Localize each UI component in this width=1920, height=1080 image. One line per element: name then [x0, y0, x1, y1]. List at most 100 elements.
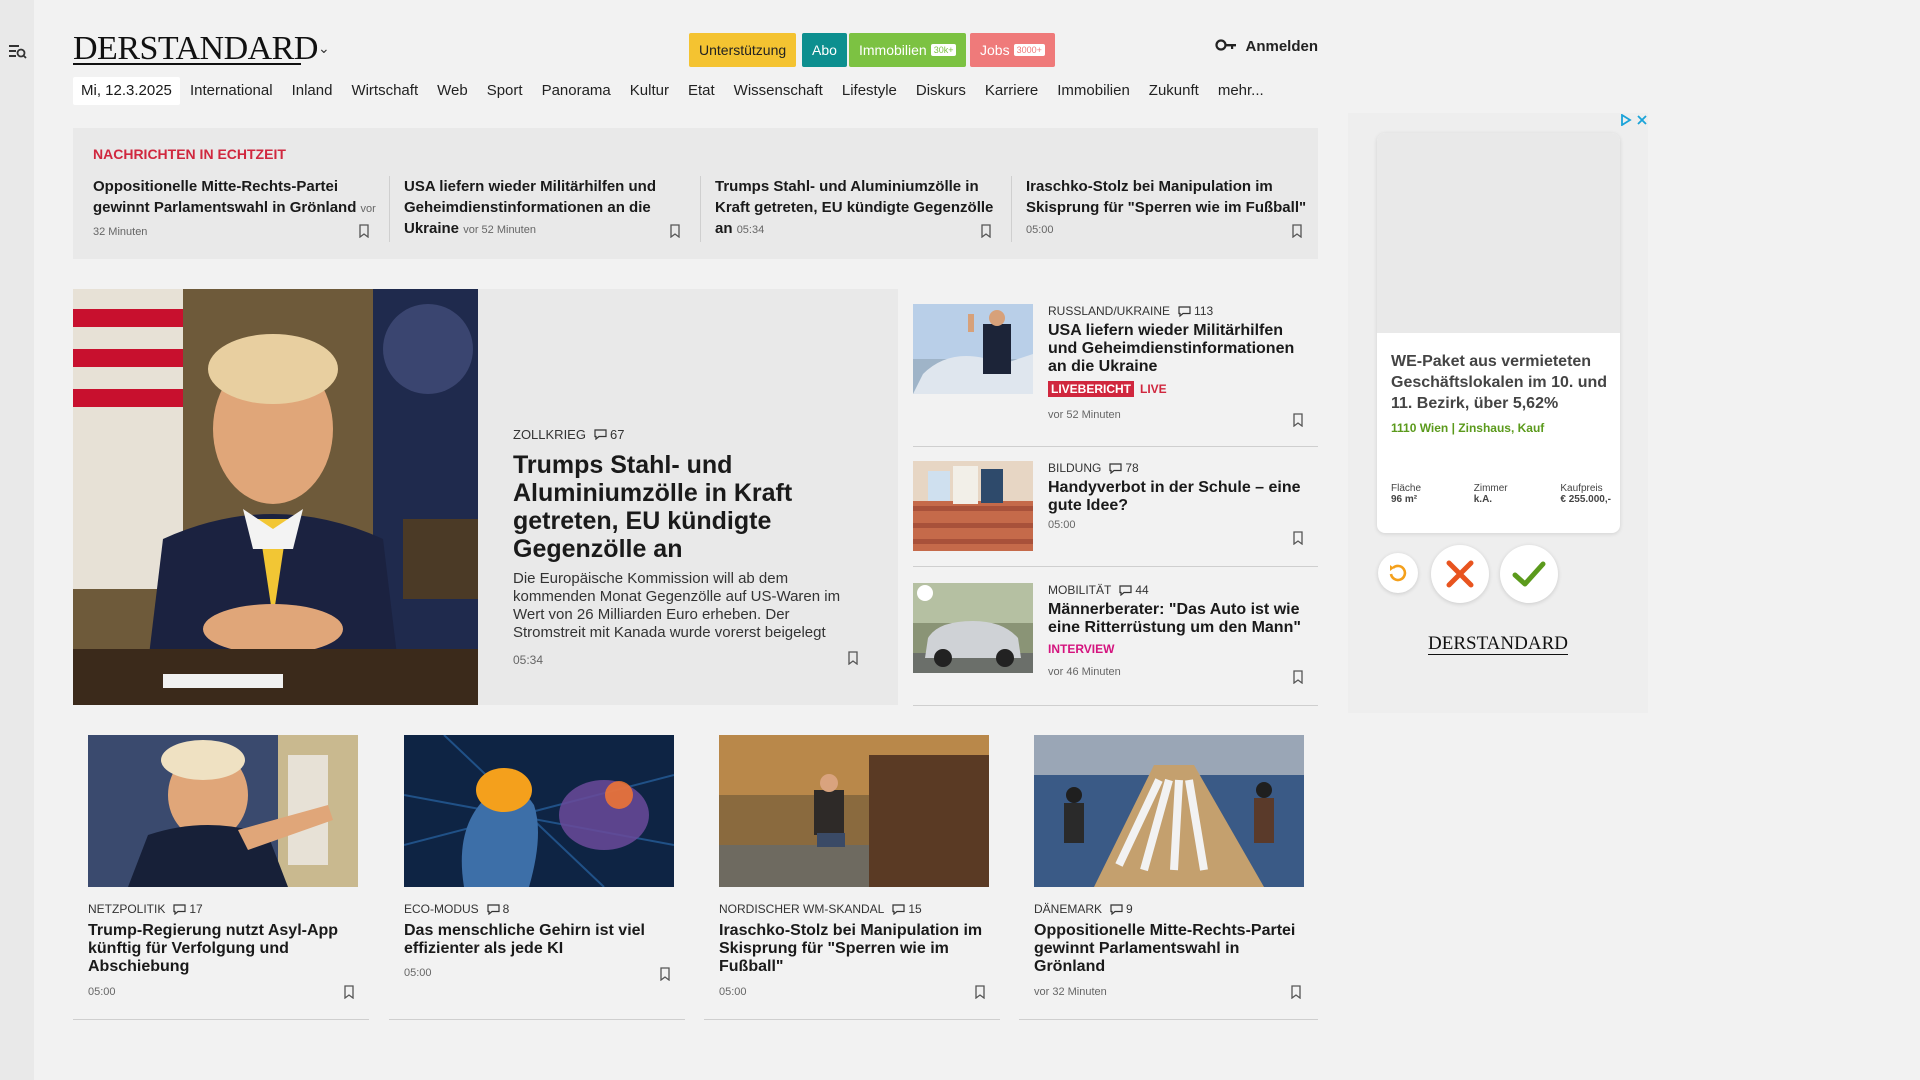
ad-controls: [1620, 114, 1648, 126]
comments-count[interactable]: 78: [1109, 461, 1139, 475]
header-button-abo[interactable]: Abo: [802, 33, 847, 67]
comment-icon: [1178, 305, 1191, 317]
ad-headline[interactable]: WE-Paket aus vermieteten Geschäftslokale…: [1391, 351, 1611, 414]
comments-count[interactable]: 15: [892, 902, 922, 916]
bookmark-icon[interactable]: [359, 224, 369, 238]
bookmark-icon[interactable]: [1293, 531, 1303, 545]
comments-count[interactable]: 9: [1110, 902, 1133, 916]
side-article-2[interactable]: BILDUNG 78 Handyverbot in der Schule – e…: [913, 446, 1318, 567]
hero-title[interactable]: Trumps Stahl- und Aluminiumzölle in Kraf…: [513, 451, 843, 563]
comments-count[interactable]: 8: [487, 902, 509, 916]
nav-item-mehr[interactable]: mehr...: [1218, 77, 1264, 105]
side-kicker-1[interactable]: RUSSLAND/UKRAINE 113: [1048, 304, 1308, 318]
comments-count[interactable]: 67: [594, 427, 624, 442]
side-article-1[interactable]: RUSSLAND/UKRAINE 113 USA liefern wieder …: [913, 289, 1318, 447]
side-kicker-2[interactable]: BILDUNG 78: [1048, 461, 1308, 475]
bookmark-icon[interactable]: [848, 651, 858, 665]
card-1[interactable]: NETZPOLITIK 17 Trump-Regierung nutzt Asy…: [73, 719, 369, 1020]
side-image-1[interactable]: [913, 304, 1033, 394]
card-image-1[interactable]: [88, 735, 358, 887]
card-kicker-1[interactable]: NETZPOLITIK 17: [88, 902, 203, 916]
nav-item-etat[interactable]: Etat: [688, 77, 715, 105]
side-kicker-3[interactable]: MOBILITÄT 44: [1048, 583, 1308, 597]
side-image-2[interactable]: [913, 461, 1033, 551]
card-kicker-3[interactable]: NORDISCHER WM-SKANDAL 15: [719, 902, 922, 916]
ad-photo-placeholder[interactable]: [1377, 133, 1620, 333]
advertisement[interactable]: WE-Paket aus vermieteten Geschäftslokale…: [1348, 113, 1648, 713]
card-image-3[interactable]: [719, 735, 989, 887]
nav-item-immobilien[interactable]: Immobilien: [1057, 77, 1130, 105]
nav-item-inland[interactable]: Inland: [292, 77, 333, 105]
comments-count[interactable]: 113: [1178, 304, 1213, 318]
hero-kicker[interactable]: ZOLLKRIEG 67: [513, 427, 624, 442]
card-image-4[interactable]: [1034, 735, 1304, 887]
comments-number: 78: [1125, 461, 1139, 475]
realtime-item-title[interactable]: Iraschko-Stolz bei Manipulation im Skisp…: [1026, 178, 1306, 216]
chevron-down-icon[interactable]: ⌄: [318, 40, 330, 57]
hero-image[interactable]: [73, 289, 478, 705]
card-2[interactable]: ECO-MODUS 8 Das menschliche Gehirn ist v…: [389, 719, 685, 1020]
bookmark-icon[interactable]: [1291, 985, 1301, 999]
nav-item-diskurs[interactable]: Diskurs: [916, 77, 966, 105]
realtime-item[interactable]: Oppositionelle Mitte-Rechts-Partei gewin…: [93, 176, 385, 246]
header-button-jobs[interactable]: Jobs 3000+: [970, 33, 1055, 67]
side-kicker-label: BILDUNG: [1048, 461, 1102, 475]
bookmark-icon[interactable]: [660, 967, 670, 981]
bookmark-icon[interactable]: [344, 985, 354, 999]
card-kicker-4[interactable]: DÄNEMARK 9: [1034, 902, 1133, 916]
bookmark-icon[interactable]: [981, 224, 991, 238]
header-button-immobilien[interactable]: Immobilien 30k+: [849, 33, 967, 67]
nav-item-wissenschaft[interactable]: Wissenschaft: [734, 77, 823, 105]
livebericht-badge: LIVEBERICHT: [1048, 381, 1135, 397]
adchoices-icon[interactable]: [1620, 114, 1632, 126]
card-kicker-2[interactable]: ECO-MODUS 8: [404, 902, 509, 916]
card-4[interactable]: DÄNEMARK 9 Oppositionelle Mitte-Rechts-P…: [1019, 719, 1318, 1020]
dislike-button[interactable]: [1431, 545, 1489, 603]
realtime-item[interactable]: USA liefern wieder Militärhilfen und Geh…: [404, 176, 696, 246]
bookmark-icon[interactable]: [1292, 224, 1302, 238]
nav-item-kultur[interactable]: Kultur: [630, 77, 669, 105]
side-article-3[interactable]: MOBILITÄT 44 Männerberater: "Das Auto is…: [913, 566, 1318, 706]
realtime-item-time: vor 52 Minuten: [463, 224, 536, 236]
login-button[interactable]: Anmelden: [1215, 38, 1318, 55]
realtime-heading: NACHRICHTEN IN ECHTZEIT: [93, 146, 286, 162]
nav-item-international[interactable]: International: [190, 77, 273, 105]
comment-icon: [487, 903, 500, 915]
bookmark-icon[interactable]: [975, 985, 985, 999]
side-title-3[interactable]: Männerberater: "Das Auto ist wie eine Ri…: [1048, 601, 1308, 637]
nav-item-web[interactable]: Web: [437, 77, 468, 105]
close-ad-icon[interactable]: [1636, 114, 1648, 126]
hero-article[interactable]: ZOLLKRIEG 67 Trumps Stahl- und Aluminium…: [73, 289, 898, 705]
side-title-2[interactable]: Handyverbot in der Schule – eine gute Id…: [1048, 479, 1308, 515]
realtime-item[interactable]: Iraschko-Stolz bei Manipulation im Skisp…: [1026, 176, 1318, 246]
side-image-3[interactable]: [913, 583, 1033, 673]
nav-item-karriere[interactable]: Karriere: [985, 77, 1038, 105]
nav-item-zukunft[interactable]: Zukunft: [1149, 77, 1199, 105]
realtime-item-title[interactable]: Oppositionelle Mitte-Rechts-Partei gewin…: [93, 178, 356, 216]
realtime-separator: [1011, 176, 1012, 242]
comments-count[interactable]: 44: [1119, 583, 1149, 597]
nav-item-sport[interactable]: Sport: [487, 77, 523, 105]
realtime-item[interactable]: Trumps Stahl- und Aluminiumzölle in Kraf…: [715, 176, 1007, 246]
nav-item-panorama[interactable]: Panorama: [542, 77, 611, 105]
menu-search-icon[interactable]: [9, 44, 27, 60]
comments-number: 44: [1135, 583, 1149, 597]
card-title-1[interactable]: Trump-Regierung nutzt Asyl-App künftig f…: [88, 922, 358, 976]
header-button-unterstützung[interactable]: Unterstützung: [689, 33, 797, 67]
card-image-2[interactable]: [404, 735, 674, 887]
nav-item-lifestyle[interactable]: Lifestyle: [842, 77, 897, 105]
card-3[interactable]: NORDISCHER WM-SKANDAL 15 Iraschko-Stolz …: [704, 719, 1000, 1020]
undo-icon: [1389, 564, 1407, 582]
card-title-3[interactable]: Iraschko-Stolz bei Manipulation im Skisp…: [719, 922, 989, 976]
bookmark-icon[interactable]: [670, 224, 680, 238]
nav-item-wirtschaft[interactable]: Wirtschaft: [351, 77, 418, 105]
undo-button[interactable]: [1378, 553, 1418, 593]
bookmark-icon[interactable]: [1293, 670, 1303, 684]
bookmark-icon[interactable]: [1293, 413, 1303, 427]
ad-listing-card[interactable]: WE-Paket aus vermieteten Geschäftslokale…: [1377, 133, 1620, 533]
side-title-1[interactable]: USA liefern wieder Militärhilfen und Geh…: [1048, 322, 1308, 376]
card-title-2[interactable]: Das menschliche Gehirn ist viel effizien…: [404, 922, 674, 958]
card-title-4[interactable]: Oppositionelle Mitte-Rechts-Partei gewin…: [1034, 922, 1304, 976]
comments-count[interactable]: 17: [173, 902, 203, 916]
like-button[interactable]: [1500, 545, 1558, 603]
